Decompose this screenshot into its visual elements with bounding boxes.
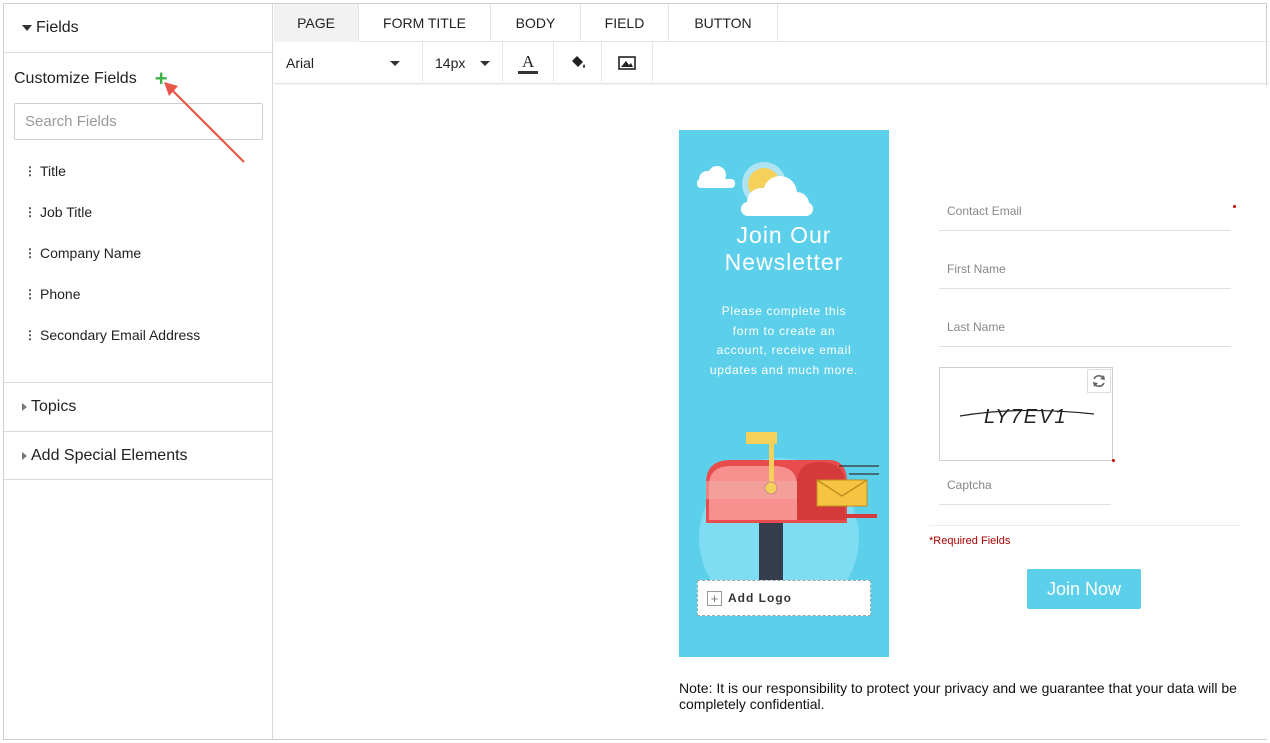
field-list: ⋮ Title ⋮ Job Title ⋮ Company Name ⋮ Pho… <box>24 150 200 355</box>
background-image-button[interactable] <box>602 42 653 84</box>
style-tabs: PAGE FORM TITLE BODY FIELD BUTTON <box>274 4 1268 42</box>
add-logo-label: Add Logo <box>728 591 792 605</box>
divider <box>929 525 1241 526</box>
svg-text:A: A <box>522 52 535 71</box>
font-family-value: Arial <box>286 55 315 71</box>
field-item-secondary-email[interactable]: ⋮ Secondary Email Address <box>24 314 200 355</box>
join-now-button[interactable]: Join Now <box>1027 569 1141 609</box>
captcha-text: LY7EV1 <box>984 406 1068 428</box>
drag-handle-icon[interactable]: ⋮ <box>24 205 36 219</box>
field-item-label: Secondary Email Address <box>40 326 201 343</box>
app-frame: Fields Customize Fields + ⋮ Title ⋮ Job … <box>3 3 1268 740</box>
font-size-select[interactable]: 14px <box>423 42 503 84</box>
banner-description: Please complete this form to create an a… <box>709 304 859 377</box>
captcha-input[interactable]: Captcha <box>939 465 1111 505</box>
drag-handle-icon[interactable]: ⋮ <box>24 246 36 260</box>
privacy-note: Note: It is our responsibility to protec… <box>679 680 1237 712</box>
tab-field[interactable]: FIELD <box>581 4 669 42</box>
field-item-label: Job Title <box>40 203 93 220</box>
fields-section-header[interactable]: Fields <box>4 4 272 53</box>
newsletter-banner[interactable]: Join Our Newsletter Please complete this… <box>679 130 889 657</box>
plus-icon: + <box>707 590 722 606</box>
required-indicator <box>1112 459 1115 462</box>
mailbox-illustration-icon <box>699 432 879 583</box>
required-fields-note: *Required Fields <box>929 535 1011 547</box>
tab-page[interactable]: PAGE <box>274 4 359 42</box>
contact-email-label: Contact Email <box>947 203 1022 218</box>
banner-title: Join Our Newsletter <box>724 222 844 275</box>
topics-label: Topics <box>31 398 77 415</box>
field-item-job-title[interactable]: ⋮ Job Title <box>24 191 200 232</box>
chevron-down-icon <box>480 60 490 66</box>
caret-down-icon <box>22 25 32 31</box>
annotation-arrow-icon <box>164 82 245 163</box>
chevron-down-icon <box>390 60 400 66</box>
field-item-phone[interactable]: ⋮ Phone <box>24 273 200 314</box>
first-name-field[interactable]: First Name <box>939 249 1231 289</box>
last-name-field[interactable]: Last Name <box>939 307 1231 347</box>
special-elements-section-header[interactable]: Add Special Elements <box>4 431 272 480</box>
fill-color-button[interactable] <box>554 42 602 84</box>
cloud-sun-icon <box>697 162 813 216</box>
image-icon <box>618 56 636 70</box>
captcha-image: LY7EV1 <box>939 367 1113 461</box>
font-size-value: 14px <box>435 55 466 71</box>
required-indicator <box>1233 205 1236 208</box>
contact-email-field[interactable]: Contact Email <box>939 191 1231 231</box>
text-color-icon: A <box>518 52 538 74</box>
caret-right-icon <box>22 403 27 411</box>
field-item-label: Company Name <box>40 244 142 261</box>
first-name-label: First Name <box>947 261 1006 276</box>
caret-right-icon <box>22 451 27 460</box>
special-elements-label: Add Special Elements <box>31 446 188 464</box>
captcha-label: Captcha <box>947 477 992 492</box>
text-color-button[interactable]: A <box>503 42 554 84</box>
drag-handle-icon[interactable]: ⋮ <box>24 287 36 301</box>
drag-handle-icon[interactable]: ⋮ <box>24 164 36 178</box>
tab-form-title[interactable]: FORM TITLE <box>359 4 491 42</box>
font-family-select[interactable]: Arial <box>274 42 423 84</box>
paint-bucket-icon <box>571 56 585 68</box>
refresh-icon <box>1093 375 1105 387</box>
add-logo-button[interactable]: + Add Logo <box>697 580 871 616</box>
tab-body[interactable]: BODY <box>491 4 581 42</box>
refresh-captcha-button[interactable] <box>1087 369 1111 393</box>
customize-fields-label: Customize Fields <box>14 70 137 87</box>
form-canvas: Join Our Newsletter Please complete this… <box>274 85 1268 739</box>
format-toolbar: Arial 14px A <box>274 42 1268 84</box>
field-item-label: Title <box>40 162 66 179</box>
last-name-label: Last Name <box>947 319 1006 334</box>
field-item-company-name[interactable]: ⋮ Company Name <box>24 232 200 273</box>
drag-handle-icon[interactable]: ⋮ <box>24 328 36 342</box>
tab-button[interactable]: BUTTON <box>669 4 778 42</box>
fields-header-label: Fields <box>36 19 79 36</box>
field-item-label: Phone <box>40 285 81 302</box>
topics-section-header[interactable]: Topics <box>4 382 272 431</box>
